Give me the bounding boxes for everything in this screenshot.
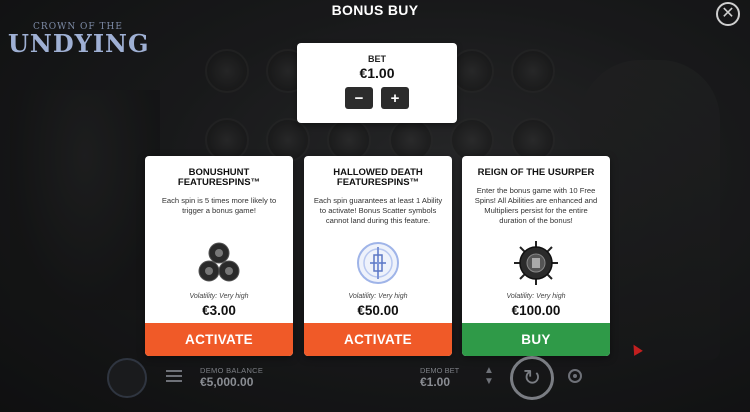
- bet-selector: BET €1.00 − +: [297, 43, 457, 123]
- bet-value: €1.00: [359, 65, 395, 81]
- card-price: €50.00: [357, 303, 399, 318]
- bonushunt-card: BONUSHUNT FEATURESPINS™ Each spin is 5 t…: [145, 156, 293, 356]
- increase-bet-button[interactable]: +: [381, 87, 409, 109]
- activate-hallowed-death-button[interactable]: ACTIVATE: [304, 323, 452, 356]
- bet-stepper-icon[interactable]: ▲ ▼: [482, 365, 496, 391]
- card-title: REIGN OF THE USURPER: [477, 167, 595, 178]
- card-description: Each spin is 5 times more likely to trig…: [161, 196, 277, 215]
- card-title: BONUSHUNT FEATURESPINS™: [177, 167, 261, 188]
- card-price: €3.00: [202, 303, 236, 318]
- menu-icon[interactable]: [166, 370, 182, 382]
- game-logo: CROWN OF THE UNDYING: [8, 22, 148, 56]
- buy-reign-button[interactable]: BUY: [462, 323, 610, 356]
- balance-label: DEMO BALANCE: [200, 366, 264, 375]
- card-volatility: Volatility: Very high: [348, 293, 408, 300]
- demo-bet-label: DEMO BET: [420, 366, 460, 375]
- activate-bonushunt-button[interactable]: ACTIVATE: [145, 323, 293, 356]
- triple-orb-icon: [198, 242, 240, 282]
- close-icon[interactable]: ✕: [716, 2, 740, 26]
- modal-title: BONUS BUY: [331, 2, 419, 18]
- logo-title: UNDYING: [8, 29, 150, 58]
- card-volatility: Volatility: Very high: [189, 293, 249, 300]
- card-price: €100.00: [511, 303, 561, 318]
- settings-icon[interactable]: [568, 369, 582, 383]
- demo-bet-value: €1.00: [420, 375, 451, 389]
- hallowed-sigil-icon: [357, 242, 399, 284]
- autoplay-button[interactable]: [107, 358, 147, 398]
- reign-of-the-usurper-card: REIGN OF THE USURPER Enter the bonus gam…: [462, 156, 610, 356]
- spiked-crown-orb-icon: [514, 241, 558, 285]
- hallowed-death-card: HALLOWED DEATH FEATURESPINS™ Each spin g…: [304, 156, 452, 356]
- balance-value: €5,000.00: [200, 375, 254, 389]
- decrease-bet-button[interactable]: −: [345, 87, 373, 109]
- card-title: HALLOWED DEATH FEATURESPINS™: [333, 167, 423, 188]
- spin-icon[interactable]: ↻: [510, 356, 554, 400]
- card-description: Enter the bonus game with 10 Free Spins!…: [474, 186, 598, 225]
- card-description: Each spin guarantees at least 1 Ability …: [313, 196, 443, 225]
- card-volatility: Volatility: Very high: [506, 293, 566, 300]
- bet-label: BET: [368, 54, 386, 64]
